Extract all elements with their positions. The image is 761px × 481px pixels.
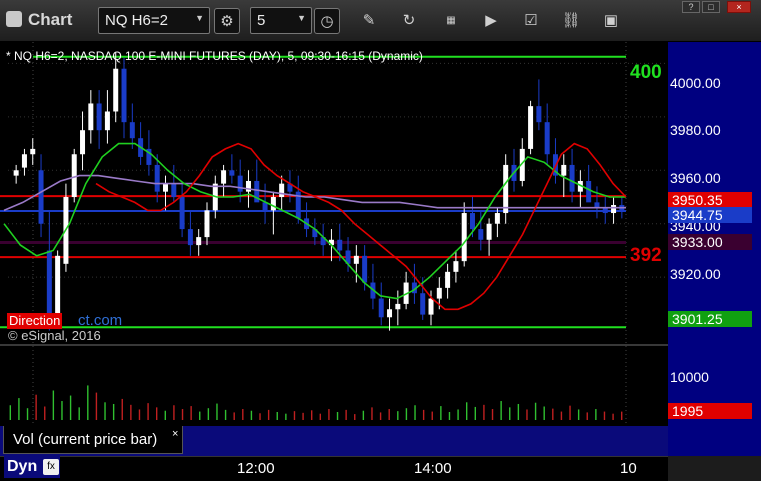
candle-body [129, 122, 135, 139]
candle-body [436, 287, 442, 299]
candle-body [55, 255, 61, 318]
price-tick: 3980.00 [670, 122, 721, 138]
candle-body [196, 237, 202, 246]
time-tick: 12:00 [237, 460, 275, 477]
candle-body [611, 205, 617, 214]
candle-body [38, 170, 44, 224]
candle-body [279, 183, 285, 198]
candle-body [113, 68, 119, 112]
candle-body [13, 170, 19, 176]
candle-body [395, 303, 401, 310]
candle-body [71, 154, 77, 198]
last-price-tag-red: 3950.35 [668, 192, 752, 208]
candle-body [470, 213, 475, 230]
candle-body [229, 170, 235, 176]
candle-body [428, 298, 434, 315]
candle-body [270, 197, 276, 211]
study-tab-volume[interactable]: Vol (current price bar) [3, 426, 183, 454]
slow-moving-average-line [3, 174, 626, 212]
candle-body [445, 271, 451, 288]
candle-body [569, 164, 575, 192]
direction-badge: Direction [7, 313, 63, 329]
candle-body [420, 293, 426, 315]
candle-body [46, 250, 52, 318]
chart-description: * NQ H6=2, NASDAQ 100 E-MINI FUTURES (DA… [6, 49, 423, 63]
level-tag-purple: 3933.00 [668, 234, 752, 250]
fast-moving-average-line [95, 142, 627, 311]
formula-icon[interactable]: fx [43, 459, 59, 475]
candle-body [154, 164, 160, 192]
candle-body [528, 106, 534, 149]
candle-body [387, 309, 393, 318]
price-tick: 3960.00 [670, 170, 721, 186]
esignal-watermark: © eSignal, 2016 [8, 328, 101, 343]
candle-body [544, 122, 550, 155]
candle-body [378, 298, 384, 318]
candle-body [237, 175, 243, 192]
price-tick: 4000.00 [670, 75, 721, 91]
candle-body [204, 210, 210, 238]
candle-body [494, 213, 500, 224]
candle-body [337, 239, 343, 251]
candle-body [187, 229, 193, 246]
candle-body [245, 180, 251, 192]
candle-body [586, 180, 592, 203]
candle-body [486, 223, 492, 240]
candle-body [602, 207, 608, 214]
direction-link[interactable]: ct.com [78, 313, 122, 329]
volume-tick: 10000 [670, 369, 709, 385]
candle-body [594, 202, 600, 208]
candle-body [353, 255, 359, 264]
last-price-tag-blue: 3944.75 [668, 207, 752, 223]
candle-body [478, 229, 484, 240]
candle-body [121, 68, 127, 123]
candle-body [88, 103, 94, 131]
volume-tag: 1995 [668, 403, 752, 419]
candle-body [96, 103, 102, 131]
candle-body [503, 164, 509, 214]
close-icon[interactable]: × [172, 428, 178, 440]
candle-body [536, 106, 542, 123]
candle-body [461, 213, 467, 262]
candle-body [30, 148, 36, 155]
time-tick: 10 [620, 460, 637, 477]
candle-body [221, 170, 227, 184]
candle-body [179, 197, 185, 230]
candle-body [362, 255, 368, 283]
candle-body [163, 183, 168, 192]
candle-body [21, 154, 27, 168]
candle-body [453, 261, 459, 272]
time-tick: 14:00 [414, 460, 452, 477]
red-level-label: 392 [630, 245, 662, 266]
green-level-label: 400 [630, 62, 662, 83]
candle-body [80, 130, 86, 155]
level-tag-green: 3901.25 [668, 311, 752, 327]
corner-filler [668, 456, 761, 481]
time-axis[interactable] [0, 456, 668, 481]
candle-body [561, 164, 567, 176]
candle-body [104, 111, 110, 131]
candle-body [171, 183, 177, 198]
price-tick: 3920.00 [670, 266, 721, 282]
